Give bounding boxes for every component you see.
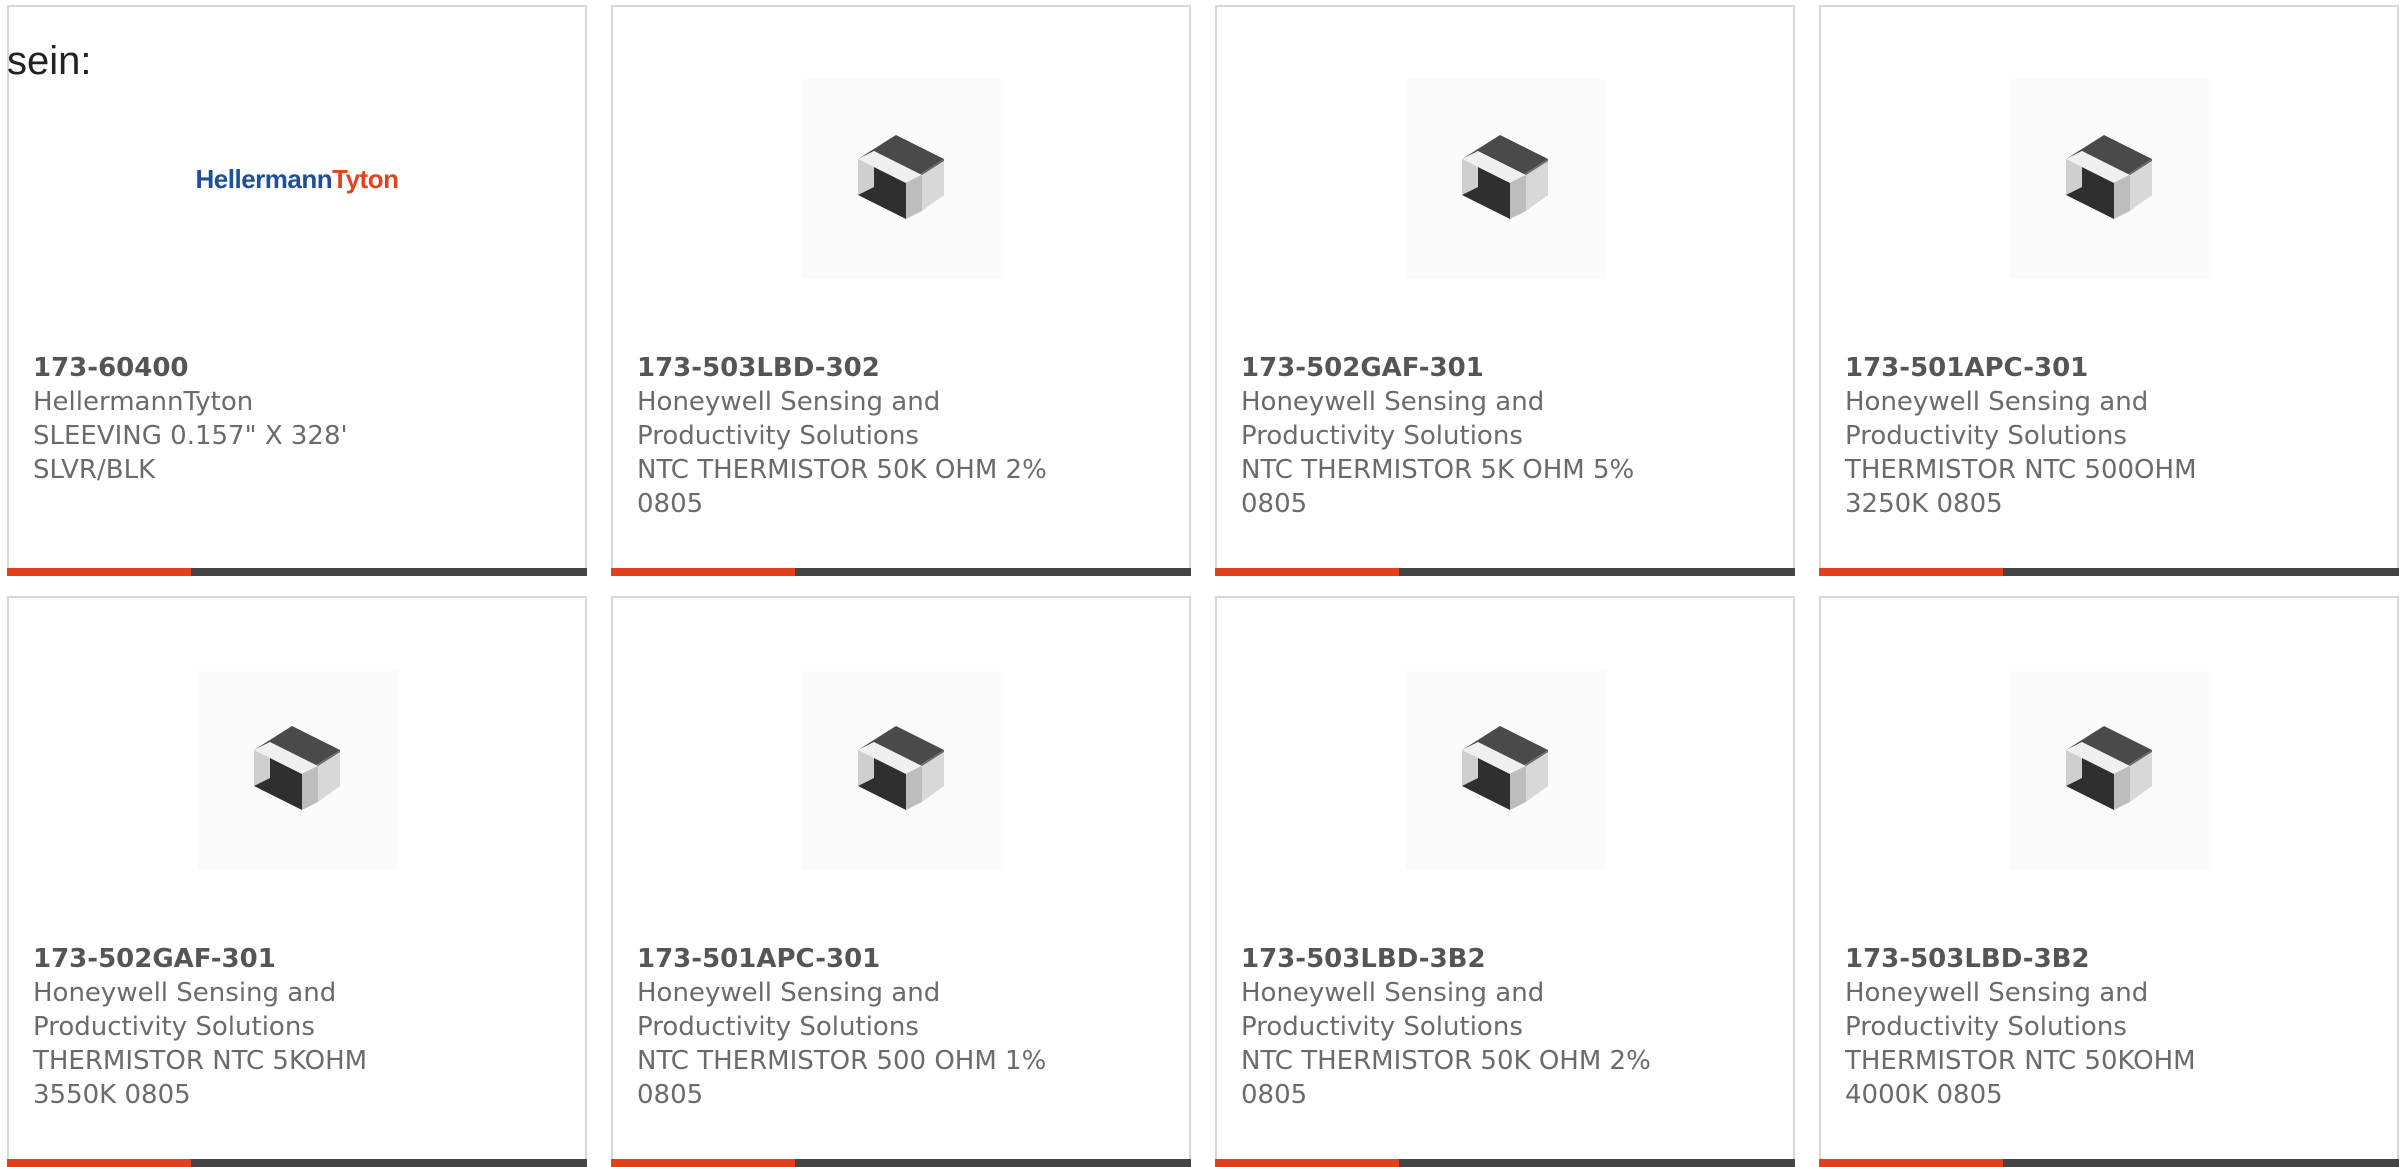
part-number-link[interactable]: 173-501APC-301 bbox=[1845, 351, 2265, 385]
product-info: 173-501APC-301 Honeywell Sensing and Pro… bbox=[1845, 351, 2265, 521]
manufacturer: Honeywell Sensing and Productivity Solut… bbox=[637, 387, 941, 451]
card-bottom-bar bbox=[1819, 568, 2399, 576]
card-accent-bar bbox=[1819, 1159, 2003, 1167]
product-info: 173-502GAF-301 Honeywell Sensing and Pro… bbox=[1241, 351, 1661, 521]
part-number-link[interactable]: 173-503LBD-302 bbox=[637, 351, 1057, 385]
description: SLEEVING 0.157" X 328' SLVR/BLK bbox=[33, 421, 348, 485]
manufacturer: Honeywell Sensing and Productivity Solut… bbox=[1845, 978, 2149, 1042]
product-info: 173-502GAF-301 Honeywell Sensing and Pro… bbox=[33, 942, 453, 1112]
smd-chip-thermistor-icon bbox=[1462, 135, 1548, 219]
product-image[interactable] bbox=[1405, 79, 1605, 279]
product-grid: HellermannTyton 173-60400 HellermannTyto… bbox=[7, 5, 2400, 1167]
product-info: 173-501APC-301 Honeywell Sensing and Pro… bbox=[637, 942, 1057, 1112]
part-number-link[interactable]: 173-502GAF-301 bbox=[1241, 351, 1661, 385]
product-card[interactable]: 173-501APC-301 Honeywell Sensing and Pro… bbox=[611, 596, 1191, 1167]
product-card[interactable]: 173-502GAF-301 Honeywell Sensing and Pro… bbox=[7, 596, 587, 1167]
product-image[interactable] bbox=[197, 670, 397, 870]
card-bottom-bar bbox=[1819, 1159, 2399, 1167]
product-image[interactable] bbox=[801, 79, 1001, 279]
manufacturer: HellermannTyton bbox=[33, 387, 254, 417]
smd-chip-thermistor-icon bbox=[858, 135, 944, 219]
card-bottom-bar bbox=[611, 1159, 1191, 1167]
product-card[interactable]: 173-503LBD-3B2 Honeywell Sensing and Pro… bbox=[1819, 596, 2399, 1167]
description: THERMISTOR NTC 50KOHM 4000K 0805 bbox=[1845, 1046, 2196, 1110]
card-accent-bar bbox=[7, 1159, 191, 1167]
product-card[interactable]: 173-502GAF-301 Honeywell Sensing and Pro… bbox=[1215, 5, 1795, 576]
card-bottom-bar bbox=[7, 568, 587, 576]
part-number-link[interactable]: 173-501APC-301 bbox=[637, 942, 1057, 976]
part-number-link[interactable]: 173-502GAF-301 bbox=[33, 942, 453, 976]
logo-text-part-a: Hellermann bbox=[195, 163, 333, 194]
card-bottom-bar bbox=[1215, 568, 1795, 576]
intro-text: sein: bbox=[7, 39, 92, 83]
card-bottom-bar bbox=[1215, 1159, 1795, 1167]
manufacturer: Honeywell Sensing and Productivity Solut… bbox=[1241, 978, 1545, 1042]
product-image[interactable] bbox=[1405, 670, 1605, 870]
card-accent-bar bbox=[611, 568, 795, 576]
smd-chip-thermistor-icon bbox=[2066, 726, 2152, 810]
logo-text-part-b: Tyton bbox=[332, 163, 399, 194]
smd-chip-thermistor-icon bbox=[1462, 726, 1548, 810]
description: NTC THERMISTOR 50K OHM 2% 0805 bbox=[1241, 1046, 1651, 1110]
description: THERMISTOR NTC 5KOHM 3550K 0805 bbox=[33, 1046, 368, 1110]
card-accent-bar bbox=[1819, 568, 2003, 576]
card-accent-bar bbox=[1215, 1159, 1399, 1167]
manufacturer: Honeywell Sensing and Productivity Solut… bbox=[1845, 387, 2149, 451]
description: NTC THERMISTOR 50K OHM 2% 0805 bbox=[637, 455, 1047, 519]
smd-chip-thermistor-icon bbox=[2066, 135, 2152, 219]
product-card[interactable]: 173-503LBD-302 Honeywell Sensing and Pro… bbox=[611, 5, 1191, 576]
card-accent-bar bbox=[1215, 568, 1399, 576]
smd-chip-thermistor-icon bbox=[254, 726, 340, 810]
smd-chip-thermistor-icon bbox=[858, 726, 944, 810]
manufacturer: Honeywell Sensing and Productivity Solut… bbox=[637, 978, 941, 1042]
part-number-link[interactable]: 173-503LBD-3B2 bbox=[1241, 942, 1661, 976]
card-accent-bar bbox=[611, 1159, 795, 1167]
part-number-link[interactable]: 173-503LBD-3B2 bbox=[1845, 942, 2265, 976]
part-number-link[interactable]: 173-60400 bbox=[33, 351, 453, 385]
product-info: 173-503LBD-302 Honeywell Sensing and Pro… bbox=[637, 351, 1057, 521]
description: NTC THERMISTOR 5K OHM 5% 0805 bbox=[1241, 455, 1635, 519]
hellermanntyton-logo: HellermannTyton bbox=[196, 164, 399, 195]
product-image[interactable] bbox=[2009, 670, 2209, 870]
card-accent-bar bbox=[7, 568, 191, 576]
description: NTC THERMISTOR 500 OHM 1% 0805 bbox=[637, 1046, 1047, 1110]
product-card[interactable]: HellermannTyton 173-60400 HellermannTyto… bbox=[7, 5, 587, 576]
card-bottom-bar bbox=[611, 568, 1191, 576]
product-info: 173-60400 HellermannTyton SLEEVING 0.157… bbox=[33, 351, 453, 487]
product-card[interactable]: 173-501APC-301 Honeywell Sensing and Pro… bbox=[1819, 5, 2399, 576]
manufacturer: Honeywell Sensing and Productivity Solut… bbox=[33, 978, 337, 1042]
description: THERMISTOR NTC 500OHM 3250K 0805 bbox=[1845, 455, 2197, 519]
product-info: 173-503LBD-3B2 Honeywell Sensing and Pro… bbox=[1845, 942, 2265, 1112]
product-image[interactable]: HellermannTyton bbox=[196, 79, 399, 279]
product-image[interactable] bbox=[801, 670, 1001, 870]
product-image[interactable] bbox=[2009, 79, 2209, 279]
manufacturer: Honeywell Sensing and Productivity Solut… bbox=[1241, 387, 1545, 451]
card-bottom-bar bbox=[7, 1159, 587, 1167]
product-card[interactable]: 173-503LBD-3B2 Honeywell Sensing and Pro… bbox=[1215, 596, 1795, 1167]
product-info: 173-503LBD-3B2 Honeywell Sensing and Pro… bbox=[1241, 942, 1661, 1112]
